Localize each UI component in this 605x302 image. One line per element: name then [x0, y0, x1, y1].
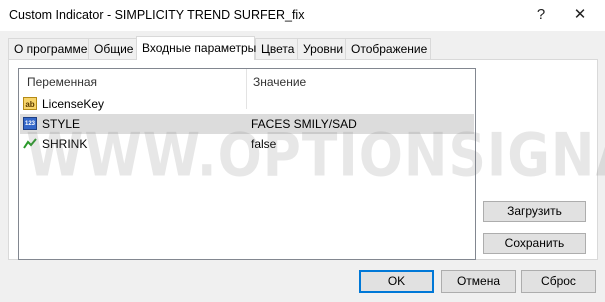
- integer-icon: 123: [23, 117, 37, 130]
- close-button[interactable]: ✕: [566, 3, 594, 27]
- window-title: Custom Indicator - SIMPLICITY TREND SURF…: [9, 8, 305, 22]
- ok-button[interactable]: OK: [359, 270, 434, 293]
- table-row[interactable]: SHRINK false: [20, 134, 474, 154]
- param-name: SHRINK: [42, 137, 88, 151]
- column-header-value[interactable]: Значение: [253, 70, 306, 94]
- tab-colors[interactable]: Цвета: [255, 38, 300, 59]
- reset-button[interactable]: Сброс: [521, 270, 596, 293]
- param-name: LicenseKey: [42, 97, 105, 111]
- parameters-table: Переменная Значение ab LicenseKey 123 ST…: [18, 68, 476, 260]
- column-header-variable[interactable]: Переменная: [27, 70, 97, 94]
- load-button[interactable]: Загрузить: [483, 201, 586, 222]
- title-bar: Custom Indicator - SIMPLICITY TREND SURF…: [0, 0, 605, 31]
- tab-inputs[interactable]: Входные параметры: [136, 36, 256, 60]
- tab-about[interactable]: О программе: [8, 38, 89, 59]
- cancel-button[interactable]: Отмена: [441, 270, 516, 293]
- table-row[interactable]: 123 STYLE FACES SMILY/SAD: [20, 114, 474, 134]
- table-row[interactable]: ab LicenseKey: [20, 94, 474, 114]
- boolean-icon: [23, 137, 37, 150]
- help-button[interactable]: ?: [527, 3, 555, 27]
- string-icon: ab: [23, 97, 37, 110]
- param-value[interactable]: false: [251, 137, 276, 151]
- param-value[interactable]: FACES SMILY/SAD: [251, 117, 357, 131]
- param-name: STYLE: [42, 117, 81, 131]
- tab-visualization[interactable]: Отображение: [345, 38, 431, 59]
- save-button[interactable]: Сохранить: [483, 233, 586, 254]
- tab-common[interactable]: Общие: [88, 38, 140, 59]
